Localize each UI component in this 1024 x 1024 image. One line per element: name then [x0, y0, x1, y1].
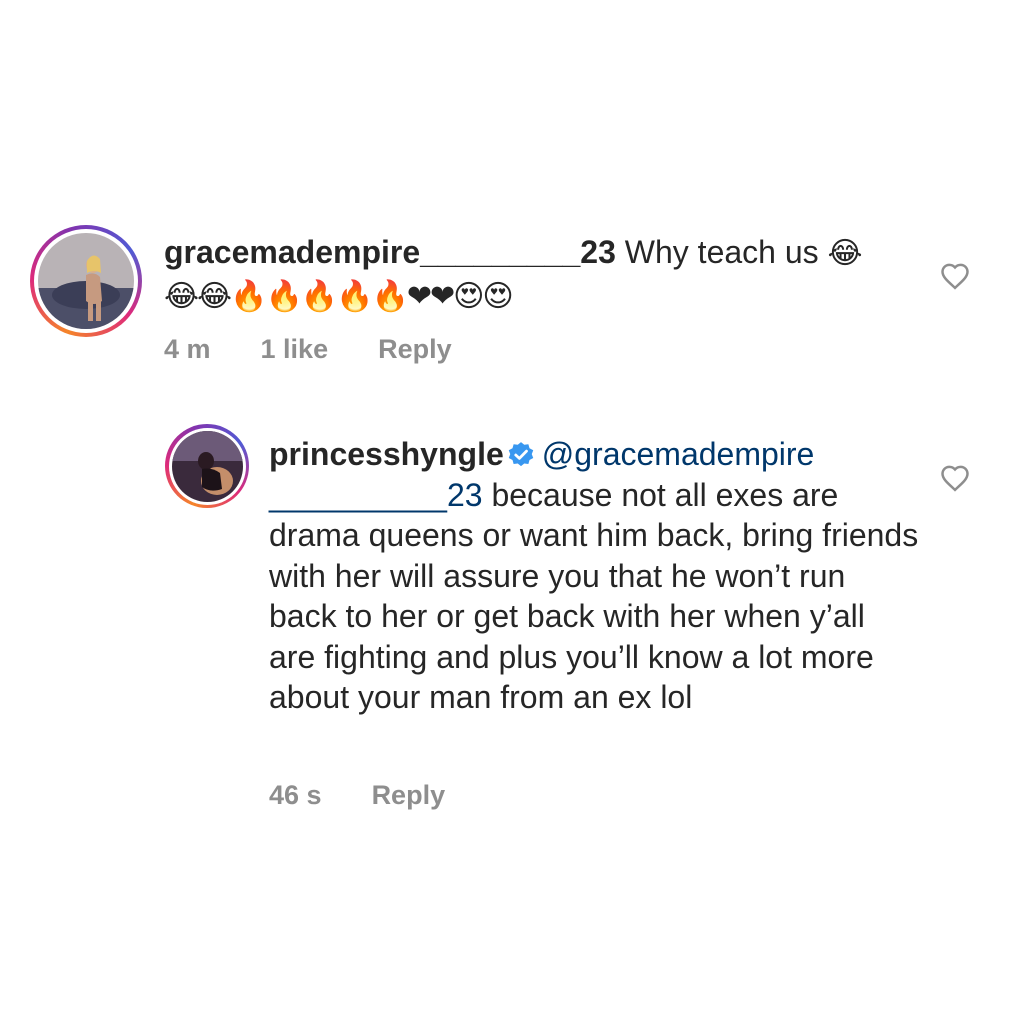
avatar-photo: [171, 430, 243, 502]
comment-meta-1: 4 m 1 like Reply: [164, 334, 452, 365]
heart-outline-icon[interactable]: [940, 464, 970, 492]
comment-text-2: princesshyngle @gracemadempire __________…: [269, 434, 919, 718]
emoji-laughing: 😂: [827, 236, 863, 271]
comment-time-2: 46 s: [269, 780, 322, 810]
avatar-photo: [38, 233, 134, 329]
comment-username-2[interactable]: princesshyngle: [269, 436, 504, 472]
emoji-row: 😂😂🔥🔥🔥🔥🔥❤❤😍😍: [164, 278, 514, 314]
comment-body-1: Why teach us: [615, 234, 828, 270]
comment-time-1: 4 m: [164, 334, 211, 364]
verified-badge-icon: [508, 442, 533, 467]
reply-button-1[interactable]: Reply: [378, 334, 452, 365]
avatar-gracemadempire[interactable]: [30, 225, 142, 337]
heart-outline-icon[interactable]: [940, 262, 970, 290]
mention-link[interactable]: @gracemadempire: [542, 436, 815, 472]
reply-button-2[interactable]: Reply: [372, 780, 446, 811]
comment-likes-1[interactable]: 1 like: [261, 334, 329, 365]
comment-meta-2: 46 s Reply: [269, 780, 445, 811]
mention-link-cont[interactable]: __________23: [269, 477, 483, 513]
comment-username-1[interactable]: gracemadempire_________23: [164, 234, 616, 270]
avatar-princesshyngle[interactable]: [165, 424, 249, 508]
comment-text-1: gracemadempire_________23 Why teach us 😂…: [164, 232, 904, 317]
